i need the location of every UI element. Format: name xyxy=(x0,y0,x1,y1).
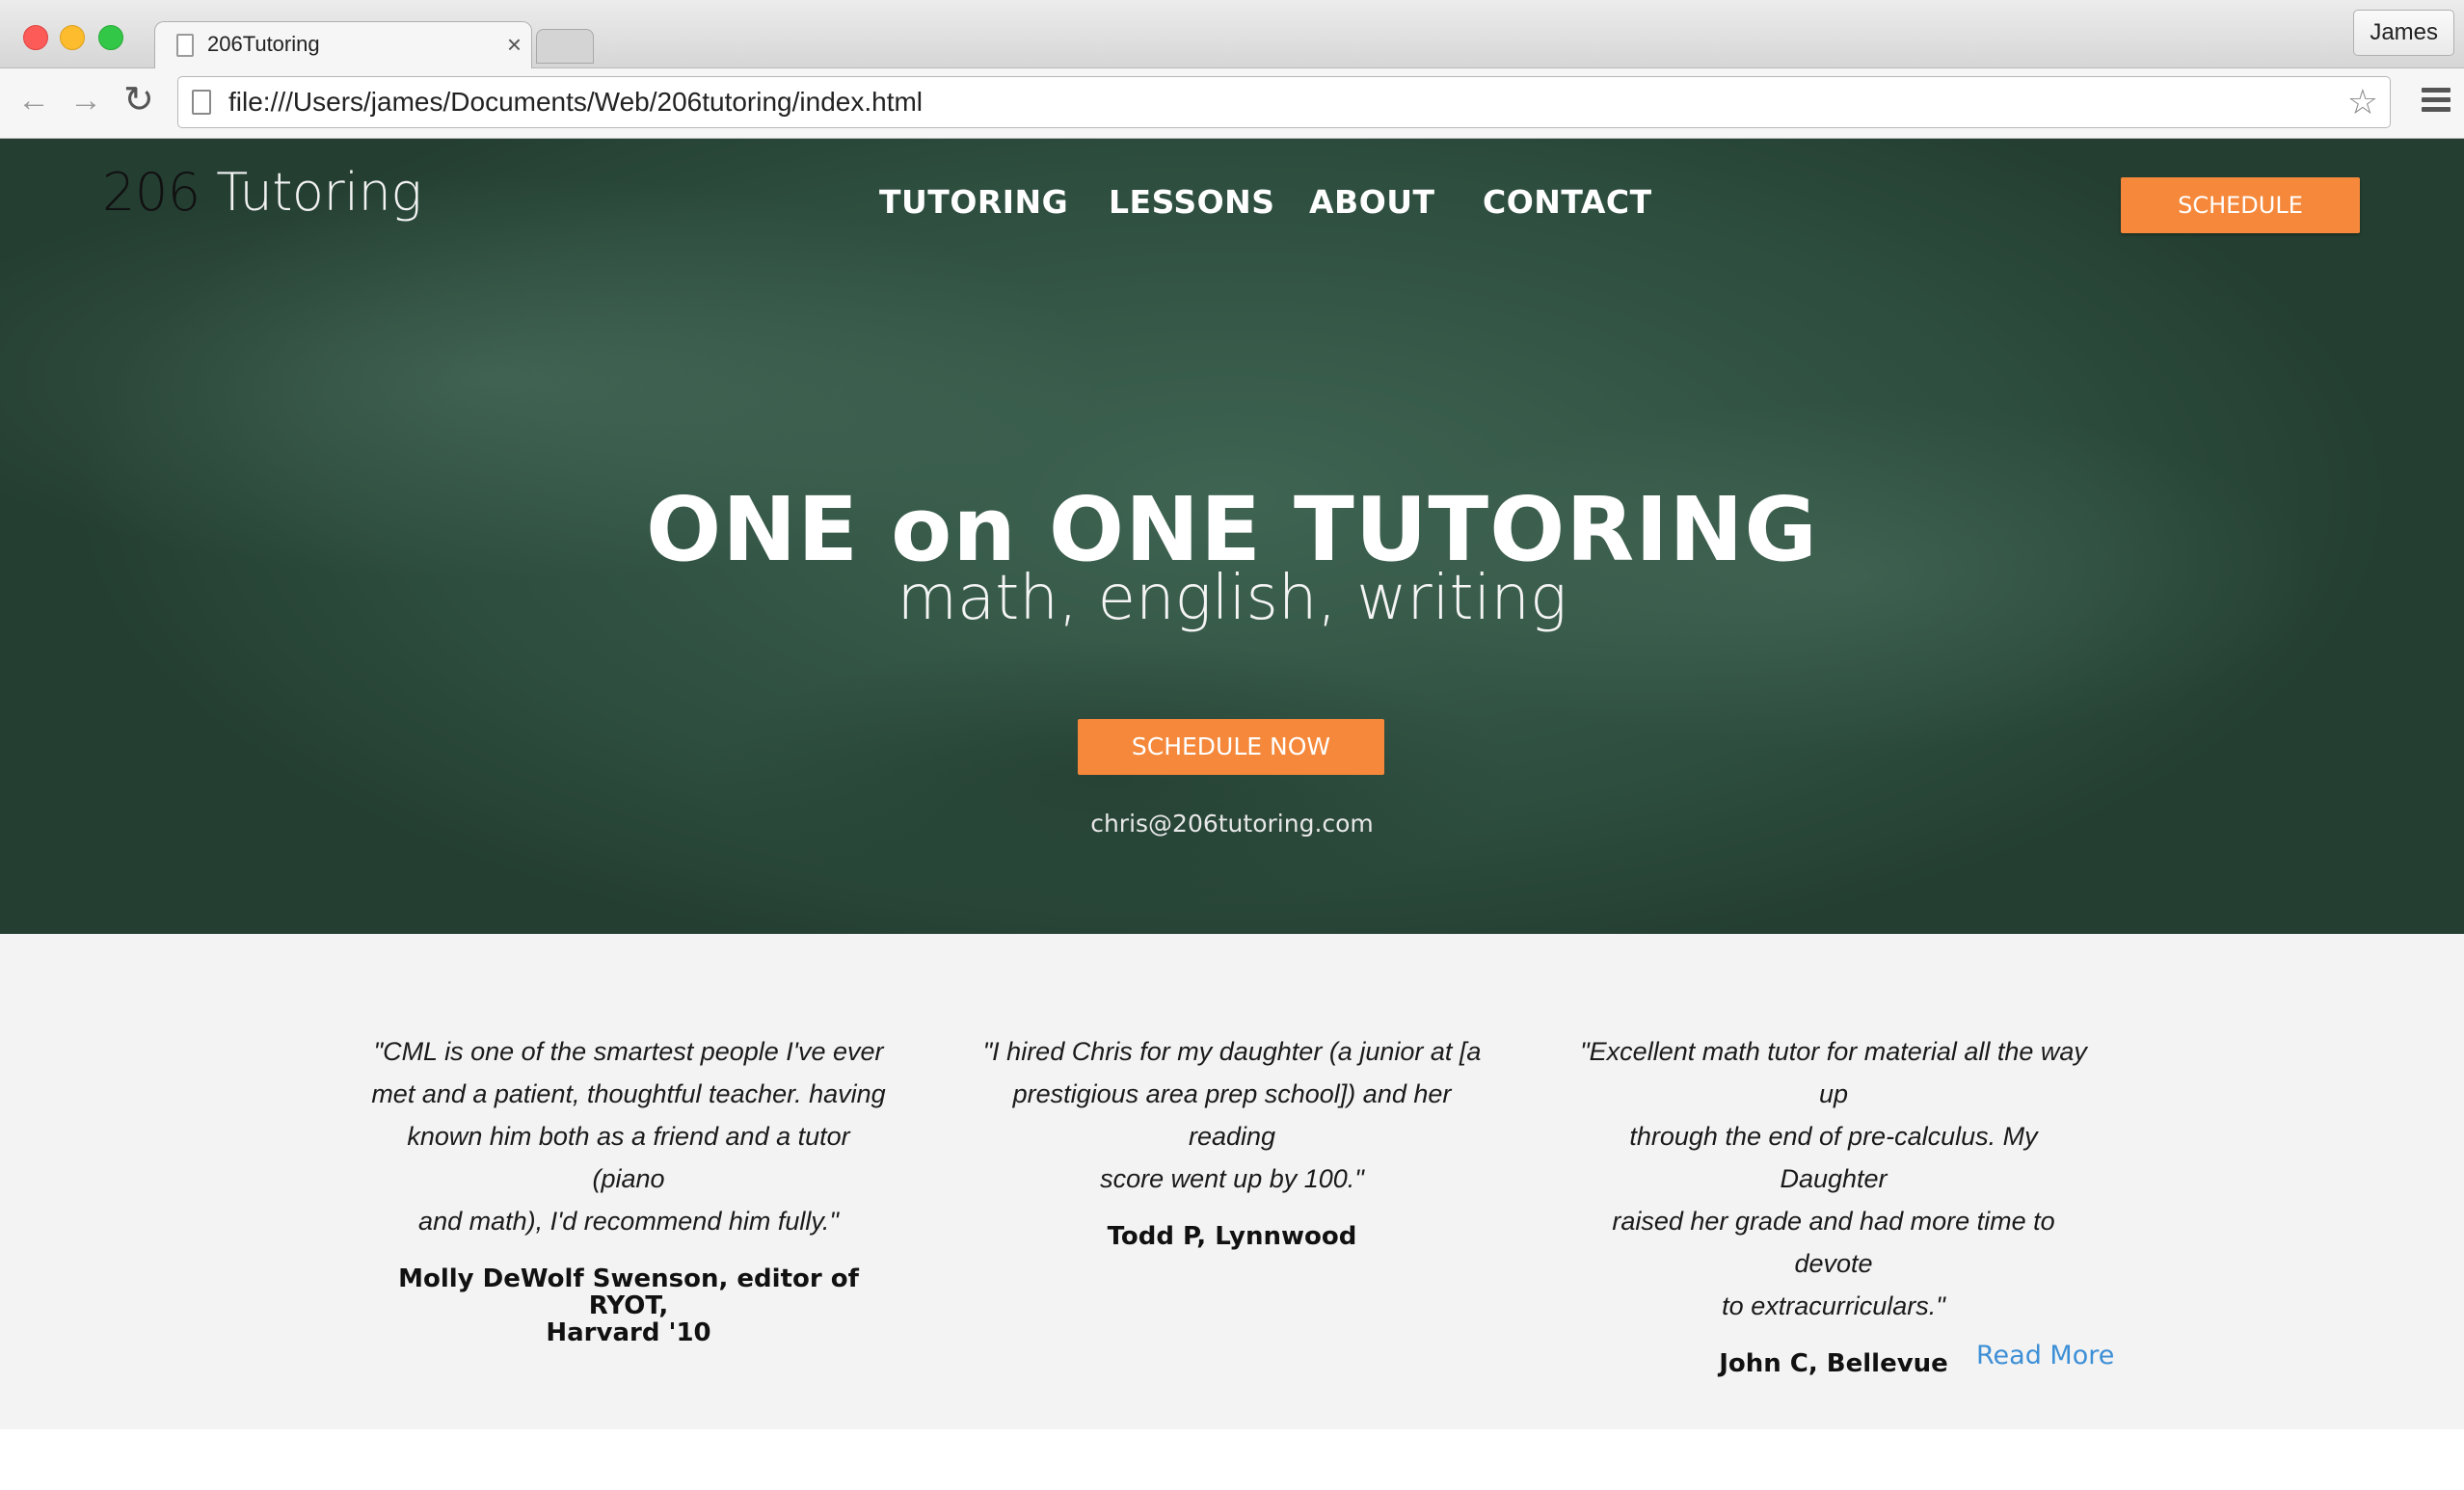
menu-icon-bar xyxy=(2422,88,2451,93)
testimonials-section: "CML is one of the smartest people I've … xyxy=(0,934,2464,1429)
forward-icon[interactable]: → xyxy=(69,80,102,120)
window-minimize-button[interactable] xyxy=(60,25,85,50)
testimonial-card: "Excellent math tutor for material all t… xyxy=(1573,1030,2094,1377)
testimonial-author: Todd P, Lynnwood xyxy=(972,1223,1492,1250)
quote-line: prestigious area prep school]) and her r… xyxy=(1012,1079,1452,1151)
quote-line: met and a patient, thoughtful teacher. h… xyxy=(371,1079,886,1108)
page-icon xyxy=(192,90,211,115)
contact-email[interactable]: chris@206tutoring.com xyxy=(0,810,2464,838)
nav-link-tutoring[interactable]: TUTORING xyxy=(879,183,1068,221)
testimonial-card: "CML is one of the smartest people I've … xyxy=(368,1030,889,1346)
back-icon[interactable]: ← xyxy=(17,80,50,120)
author-line: Todd P, Lynnwood xyxy=(1107,1222,1357,1251)
address-bar[interactable]: file:///Users/james/Documents/Web/206tut… xyxy=(177,76,2391,128)
new-tab-button[interactable] xyxy=(536,29,594,64)
site-logo[interactable]: 206 Tutoring xyxy=(102,162,422,223)
address-bar-url[interactable]: file:///Users/james/Documents/Web/206tut… xyxy=(228,87,923,118)
browser-titlebar: 206Tutoring × James xyxy=(0,0,2464,68)
testimonial-author: Molly DeWolf Swenson, editor of RYOT, Ha… xyxy=(368,1265,889,1346)
hero-subtitle: math, english, writing xyxy=(897,563,1567,634)
testimonial-card: "I hired Chris for my daughter (a junior… xyxy=(972,1030,1492,1250)
nav-link-contact[interactable]: CONTACT xyxy=(1483,183,1652,221)
nav-link-lessons[interactable]: LESSONS xyxy=(1109,183,1275,221)
hero-section: 206 Tutoring TUTORING LESSONS ABOUT CONT… xyxy=(0,139,2464,934)
browser-tab-active[interactable]: 206Tutoring × xyxy=(154,21,532,68)
testimonial-quote: "Excellent math tutor for material all t… xyxy=(1573,1030,2094,1327)
author-line: Harvard '10 xyxy=(546,1318,711,1347)
quote-line: "I hired Chris for my daughter (a junior… xyxy=(982,1037,1482,1066)
author-line: Molly DeWolf Swenson, editor of RYOT, xyxy=(398,1264,859,1320)
page-icon xyxy=(176,34,194,57)
window-maximize-button[interactable] xyxy=(98,25,123,50)
logo-number: 206 xyxy=(102,162,201,223)
menu-icon-bar xyxy=(2422,97,2451,102)
tab-close-icon[interactable]: × xyxy=(507,30,522,59)
profile-button[interactable]: James xyxy=(2353,10,2454,56)
logo-word: Tutoring xyxy=(216,162,422,223)
quote-line: known him both as a friend and a tutor (… xyxy=(407,1122,850,1193)
read-more-link[interactable]: Read More xyxy=(1976,1341,2114,1370)
quote-line: to extracurriculars." xyxy=(1722,1291,1945,1320)
quote-line: through the end of pre-calculus. My Daug… xyxy=(1629,1122,2038,1193)
testimonial-quote: "I hired Chris for my daughter (a junior… xyxy=(972,1030,1492,1200)
star-icon[interactable]: ☆ xyxy=(2347,83,2378,121)
menu-icon[interactable] xyxy=(2422,88,2451,117)
nav-link-about[interactable]: ABOUT xyxy=(1309,183,1435,221)
browser-toolbar: ← → ↻ file:///Users/james/Documents/Web/… xyxy=(0,68,2464,139)
tab-title: 206Tutoring xyxy=(207,32,320,56)
quote-line: "CML is one of the smartest people I've … xyxy=(373,1037,884,1066)
quote-line: "Excellent math tutor for material all t… xyxy=(1580,1037,2087,1108)
testimonial-quote: "CML is one of the smartest people I've … xyxy=(368,1030,889,1242)
quote-line: and math), I'd recommend him fully." xyxy=(418,1207,839,1236)
reload-icon[interactable]: ↻ xyxy=(123,80,154,120)
quote-line: score went up by 100." xyxy=(1100,1164,1364,1193)
quote-line: raised her grade and had more time to de… xyxy=(1612,1207,2055,1278)
menu-icon-bar xyxy=(2422,107,2451,112)
schedule-button[interactable]: SCHEDULE xyxy=(2121,177,2360,233)
window-close-button[interactable] xyxy=(23,25,48,50)
schedule-now-button[interactable]: SCHEDULE NOW xyxy=(1078,719,1384,775)
